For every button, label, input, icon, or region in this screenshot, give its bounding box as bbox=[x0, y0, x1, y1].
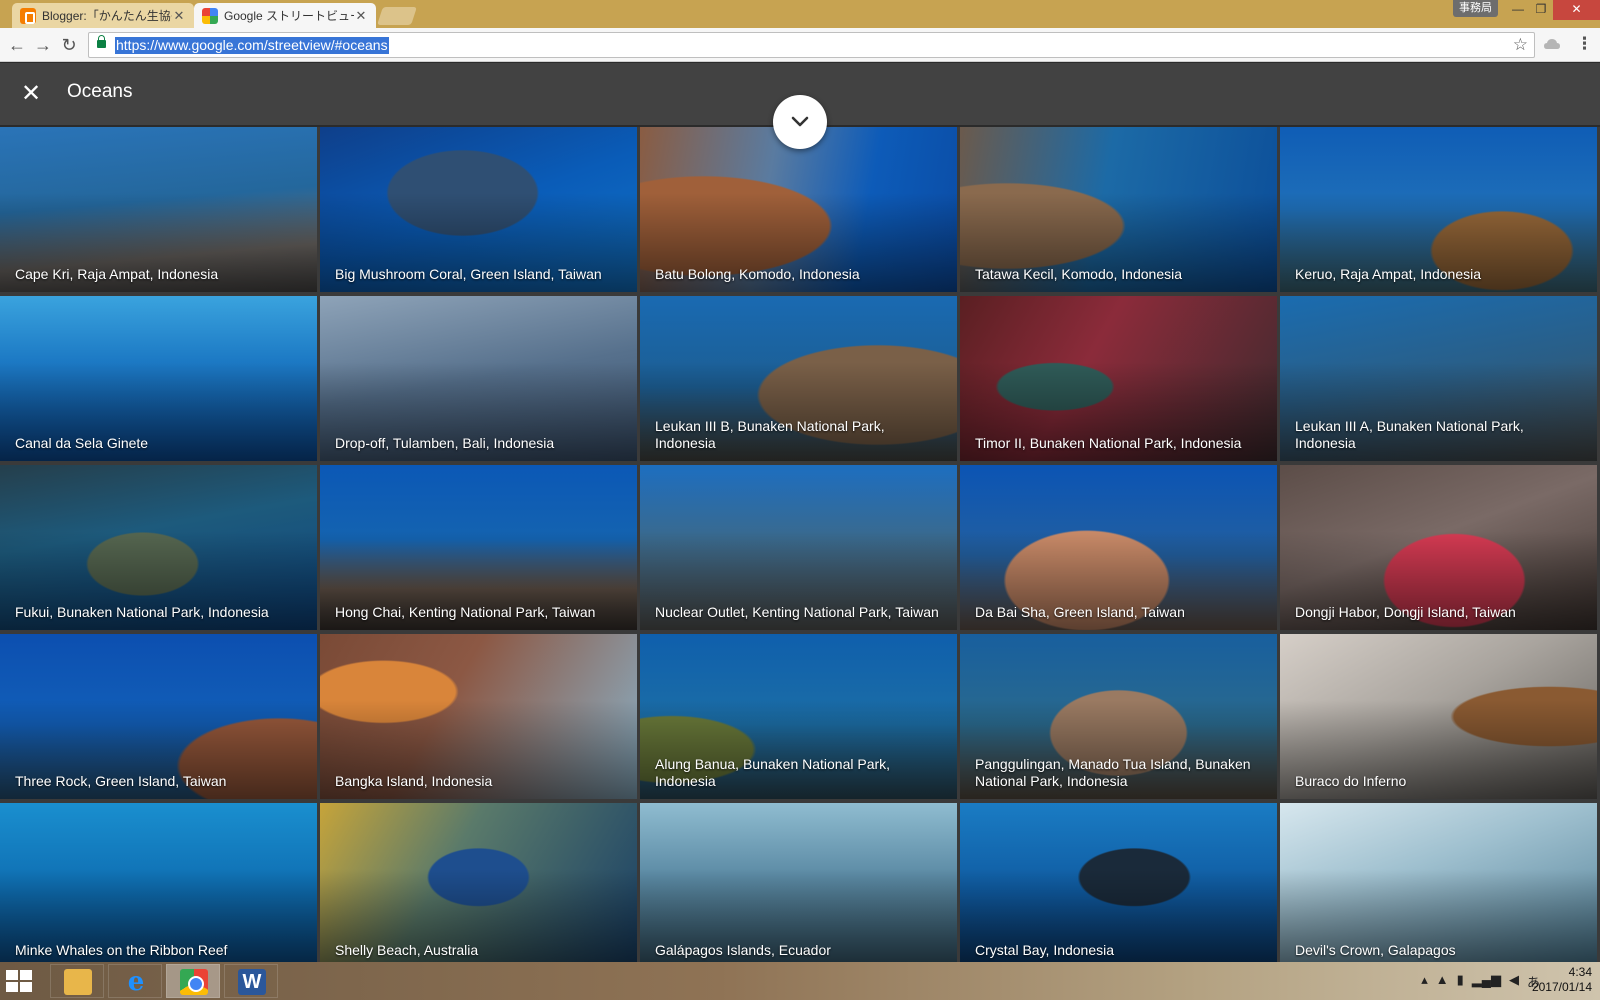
location-tile[interactable]: Dongji Habor, Dongji Island, Taiwan bbox=[1280, 465, 1597, 630]
address-bar[interactable]: https://www.google.com/streetview/#ocean… bbox=[88, 32, 1535, 58]
windows-start-icon[interactable] bbox=[6, 970, 32, 992]
tile-label: Cape Kri, Raja Ampat, Indonesia bbox=[15, 266, 219, 282]
menu-icon[interactable]: ⋮ bbox=[1576, 34, 1593, 54]
taskbar: e W ▴ ▲ ▮ ▂▄▆ ◀ あ 4:34 2017/01/14 bbox=[0, 962, 1600, 1000]
location-tile[interactable]: Cape Kri, Raja Ampat, Indonesia bbox=[0, 127, 317, 292]
location-tile[interactable]: Three Rock, Green Island, Taiwan bbox=[0, 634, 317, 799]
tile-label: Devil's Crown, Galapagos bbox=[1295, 942, 1456, 958]
tile-label: Da Bai Sha, Green Island, Taiwan bbox=[975, 604, 1185, 620]
tab-close-icon[interactable]: ✕ bbox=[354, 8, 368, 24]
street-view-icon bbox=[202, 7, 218, 24]
tile-label: Drop-off, Tulamben, Bali, Indonesia bbox=[335, 435, 555, 451]
location-tile[interactable]: Crystal Bay, Indonesia bbox=[960, 803, 1277, 962]
reload-icon[interactable]: ↻ bbox=[58, 34, 80, 56]
lock-icon bbox=[97, 35, 106, 48]
network-icon[interactable]: ▂▄▆ bbox=[1472, 972, 1501, 991]
location-tile[interactable]: Leukan III B, Bunaken National Park, Ind… bbox=[640, 296, 957, 461]
tab-blogger[interactable]: Blogger:「かんたん生協ゲ ✕ bbox=[12, 3, 194, 28]
tile-label: Tatawa Kecil, Komodo, Indonesia bbox=[975, 266, 1183, 282]
file-explorer-icon[interactable] bbox=[50, 964, 104, 998]
chrome-icon[interactable] bbox=[166, 964, 220, 998]
tile-label: Alung Banua, Bunaken National Park, Indo… bbox=[655, 756, 891, 789]
tab-close-icon[interactable]: ✕ bbox=[172, 8, 186, 24]
extension-icon[interactable] bbox=[1543, 36, 1561, 54]
profile-badge[interactable]: 事務局 bbox=[1453, 0, 1498, 17]
battery-icon[interactable]: ▮ bbox=[1457, 972, 1464, 991]
location-tile[interactable]: Big Mushroom Coral, Green Island, Taiwan bbox=[320, 127, 637, 292]
show-hidden-icons-icon[interactable]: ▴ bbox=[1421, 972, 1428, 991]
tile-label: Hong Chai, Kenting National Park, Taiwan bbox=[335, 604, 596, 620]
location-tile[interactable]: Minke Whales on the Ribbon Reef bbox=[0, 803, 317, 962]
clock-time: 4:34 bbox=[1568, 965, 1592, 979]
tile-label: Shelly Beach, Australia bbox=[335, 942, 479, 958]
system-tray: ▴ ▲ ▮ ▂▄▆ ◀ あ bbox=[1421, 972, 1540, 991]
tile-label: Dongji Habor, Dongji Island, Taiwan bbox=[1295, 604, 1516, 620]
tile-label: Keruo, Raja Ampat, Indonesia bbox=[1295, 266, 1482, 282]
location-tile[interactable]: Leukan III A, Bunaken National Park, Ind… bbox=[1280, 296, 1597, 461]
location-tile[interactable]: Batu Bolong, Komodo, Indonesia bbox=[640, 127, 957, 292]
location-tile[interactable]: Fukui, Bunaken National Park, Indonesia bbox=[0, 465, 317, 630]
location-tile[interactable]: Canal da Sela Ginete bbox=[0, 296, 317, 461]
browser-titlebar: Blogger:「かんたん生協ゲ ✕ Google ストリートビュー – ✕ 事… bbox=[0, 0, 1600, 28]
tile-label: Bangka Island, Indonesia bbox=[335, 773, 493, 789]
restore-icon[interactable]: ❐ bbox=[1530, 0, 1552, 20]
minimize-icon[interactable]: — bbox=[1507, 0, 1529, 20]
tile-label: Minke Whales on the Ribbon Reef bbox=[15, 942, 228, 958]
forward-icon[interactable]: → bbox=[32, 34, 54, 56]
location-grid: Cape Kri, Raja Ampat, Indonesia Big Mush… bbox=[0, 127, 1600, 962]
clock[interactable]: 4:34 2017/01/14 bbox=[1532, 965, 1592, 995]
internet-explorer-icon[interactable]: e bbox=[108, 964, 162, 998]
chevron-down-icon bbox=[791, 116, 809, 127]
location-tile[interactable]: Hong Chai, Kenting National Park, Taiwan bbox=[320, 465, 637, 630]
location-tile[interactable]: Panggulingan, Manado Tua Island, Bunaken… bbox=[960, 634, 1277, 799]
page-title: Oceans bbox=[67, 81, 133, 102]
tile-label: Crystal Bay, Indonesia bbox=[975, 942, 1115, 958]
clock-date: 2017/01/14 bbox=[1531, 980, 1592, 994]
location-tile[interactable]: Devil's Crown, Galapagos bbox=[1280, 803, 1597, 962]
location-tile[interactable]: Tatawa Kecil, Komodo, Indonesia bbox=[960, 127, 1277, 292]
location-tile[interactable]: Alung Banua, Bunaken National Park, Indo… bbox=[640, 634, 957, 799]
tile-label: Canal da Sela Ginete bbox=[15, 435, 149, 451]
location-tile[interactable]: Da Bai Sha, Green Island, Taiwan bbox=[960, 465, 1277, 630]
location-tile[interactable]: Keruo, Raja Ampat, Indonesia bbox=[1280, 127, 1597, 292]
location-tile[interactable]: Drop-off, Tulamben, Bali, Indonesia bbox=[320, 296, 637, 461]
tile-label: Galápagos Islands, Ecuador bbox=[655, 942, 831, 958]
tab-title: Blogger:「かんたん生協ゲ bbox=[42, 9, 172, 23]
tile-label: Three Rock, Green Island, Taiwan bbox=[15, 773, 227, 789]
tile-label: Fukui, Bunaken National Park, Indonesia bbox=[15, 604, 269, 620]
tile-label: Buraco do Inferno bbox=[1295, 773, 1407, 789]
tile-label: Leukan III B, Bunaken National Park, Ind… bbox=[655, 418, 885, 451]
back-icon[interactable]: ← bbox=[6, 34, 28, 56]
tile-label: Timor II, Bunaken National Park, Indones… bbox=[975, 435, 1242, 451]
tab-title: Google ストリートビュー – bbox=[224, 9, 354, 23]
volume-icon[interactable]: ◀ bbox=[1509, 972, 1519, 991]
window-close-icon[interactable]: ✕ bbox=[1553, 0, 1600, 20]
tile-label: Batu Bolong, Komodo, Indonesia bbox=[655, 266, 860, 282]
tile-label: Panggulingan, Manado Tua Island, Bunaken… bbox=[975, 756, 1251, 789]
new-tab-button[interactable] bbox=[377, 7, 417, 25]
word-icon[interactable]: W bbox=[224, 964, 278, 998]
location-tile[interactable]: Galápagos Islands, Ecuador bbox=[640, 803, 957, 962]
collapse-button[interactable] bbox=[773, 95, 827, 149]
tile-label: Leukan III A, Bunaken National Park, Ind… bbox=[1295, 418, 1524, 451]
location-tile[interactable]: Shelly Beach, Australia bbox=[320, 803, 637, 962]
browser-toolbar: ← → ↻ https://www.google.com/streetview/… bbox=[0, 28, 1600, 62]
bookmark-star-icon[interactable]: ☆ bbox=[1513, 35, 1528, 55]
location-tile[interactable]: Timor II, Bunaken National Park, Indones… bbox=[960, 296, 1277, 461]
tile-label: Big Mushroom Coral, Green Island, Taiwan bbox=[335, 266, 602, 282]
location-tile[interactable]: Buraco do Inferno bbox=[1280, 634, 1597, 799]
location-tile[interactable]: Bangka Island, Indonesia bbox=[320, 634, 637, 799]
tab-street-view[interactable]: Google ストリートビュー – ✕ bbox=[194, 3, 376, 28]
drive-icon[interactable]: ▲ bbox=[1436, 972, 1449, 991]
url-text[interactable]: https://www.google.com/streetview/#ocean… bbox=[115, 37, 389, 54]
close-icon[interactable]: ✕ bbox=[16, 79, 46, 109]
location-tile[interactable]: Nuclear Outlet, Kenting National Park, T… bbox=[640, 465, 957, 630]
blogger-icon bbox=[20, 7, 36, 24]
tile-label: Nuclear Outlet, Kenting National Park, T… bbox=[655, 604, 939, 620]
